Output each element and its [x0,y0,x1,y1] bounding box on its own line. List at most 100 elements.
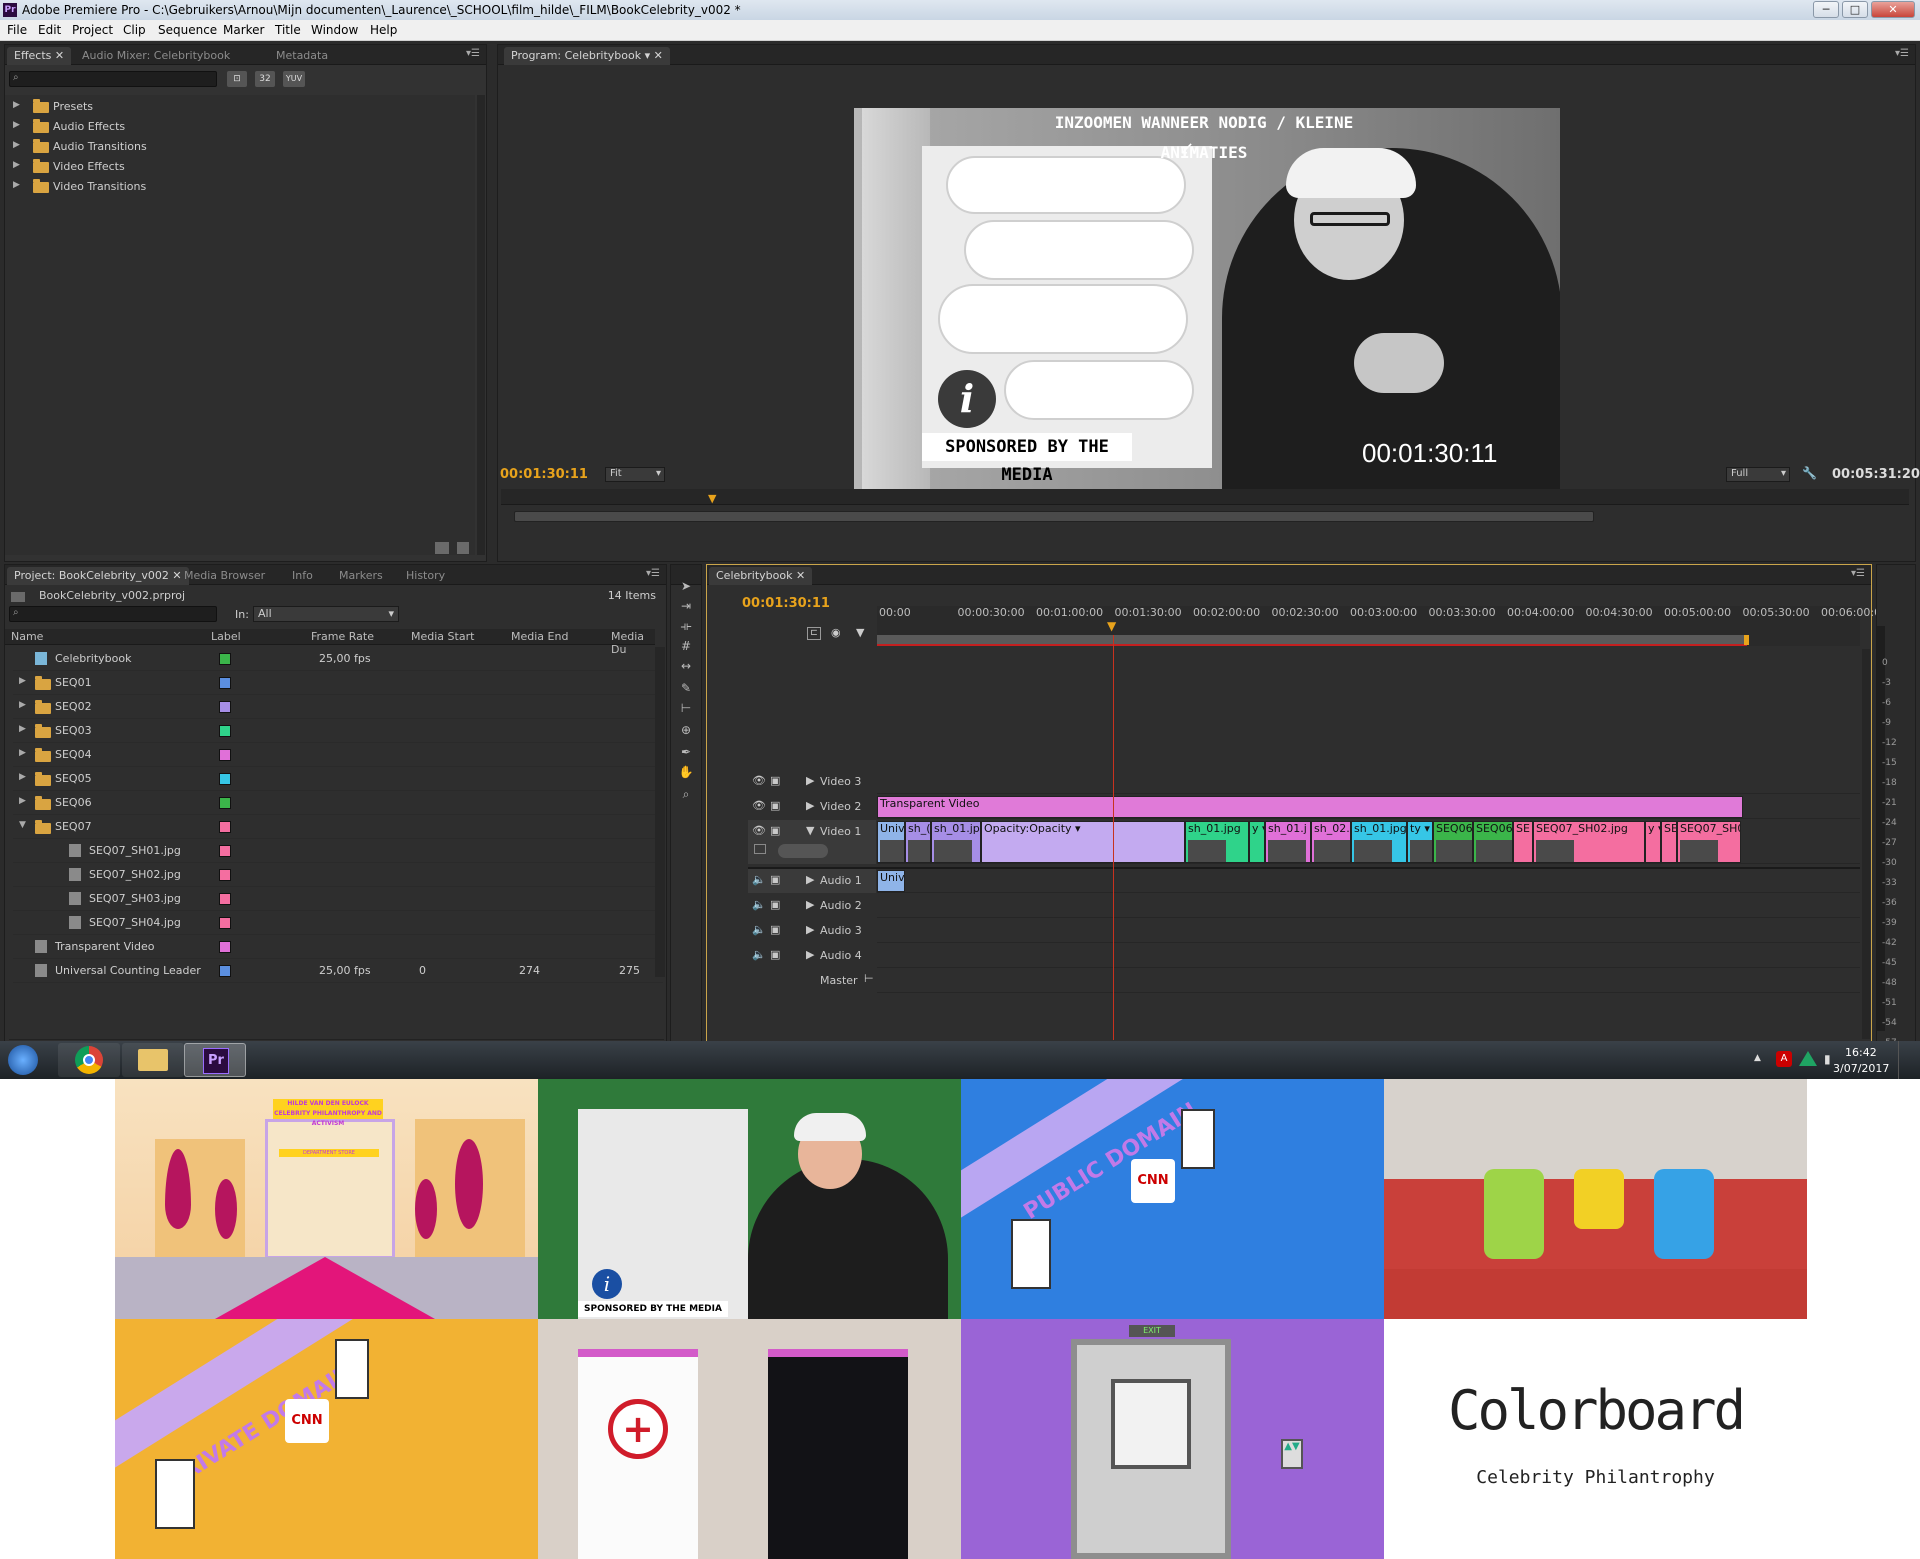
timeline-clip[interactable]: Univ [877,821,905,863]
chrome-taskbar-button[interactable] [58,1043,120,1077]
timeline-clip[interactable]: SEQ06 [1473,821,1513,863]
32bit-effects-button[interactable]: 32 [255,71,275,87]
col-media-start[interactable]: Media Start [411,630,474,643]
film-icon[interactable]: ▣ [770,824,780,837]
premiere-taskbar-button[interactable]: Pr [184,1043,246,1077]
expand-arrow-icon[interactable]: ▶ [13,100,20,110]
in-filter-select[interactable]: All ▾ [253,606,399,622]
track-header-audio-1[interactable]: 🔈 ▣ ▶ Audio 1 [748,869,876,893]
track-header-video-1[interactable]: 👁 ▣ ▼ Video 1 [748,820,876,864]
timeline-clip[interactable]: Opacity:Opacity ▾ [981,821,1185,863]
tree-item-video-transitions[interactable]: ▶ Video Transitions [13,177,473,197]
tab-metadata[interactable]: Metadata [269,47,335,65]
film-icon[interactable]: ▣ [770,898,780,911]
timeline-clip[interactable]: SE [1661,821,1677,863]
timeline-clip[interactable]: sh_01.jpg [1351,821,1407,863]
timeline-clip[interactable]: sh_02. [1311,821,1351,863]
acrobat-tray-icon[interactable]: A [1776,1051,1792,1067]
project-row[interactable]: ▶ SEQ06 [13,791,663,815]
new-bin-icon[interactable] [435,542,449,554]
speaker-icon[interactable]: 🔈 [752,873,766,886]
project-row[interactable]: ▶ SEQ05 [13,767,663,791]
start-button-icon[interactable] [8,1045,38,1075]
expand-arrow-icon[interactable]: ▶ [806,873,814,886]
timeline-playhead-icon[interactable]: ▼ [1107,619,1116,633]
project-row[interactable]: SEQ07_SH04.jpg [13,911,663,935]
timeline-clip[interactable]: sh_01.j [1265,821,1311,863]
timeline-current-time[interactable]: 00:01:30:11 [742,596,830,611]
program-zoom-bar[interactable] [514,511,1594,522]
label-color-swatch[interactable] [219,893,231,905]
panel-menu-icon[interactable]: ▾☰ [1895,48,1909,59]
label-color-swatch[interactable] [219,821,231,833]
timeline-clip[interactable]: ty ▾ [1407,821,1433,863]
project-search-input[interactable]: ⌕ [9,606,217,622]
eye-icon[interactable]: 👁 [752,774,766,787]
project-row[interactable]: ▶ SEQ03 [13,719,663,743]
label-color-swatch[interactable] [219,941,231,953]
speaker-icon[interactable]: 🔈 [752,898,766,911]
slide-tool-icon[interactable]: ⊕ [676,723,696,741]
resolution-select[interactable]: Full ▾ [1726,467,1790,482]
track-row-master[interactable] [877,969,1860,993]
tab-project[interactable]: Project: BookCelebrity_v002 ✕ [7,567,189,585]
label-color-swatch[interactable] [219,725,231,737]
speaker-icon[interactable]: 🔈 [752,923,766,936]
project-row[interactable]: ▶ SEQ01 [13,671,663,695]
tree-item-audio-effects[interactable]: ▶ Audio Effects [13,117,473,137]
selection-tool-icon[interactable]: ➤ [676,579,696,597]
effects-scrollbar[interactable] [477,95,485,555]
marker-icon[interactable]: ◉ [831,626,841,639]
project-row[interactable]: Transparent Video [13,935,663,959]
track-row-video-3[interactable] [877,770,1860,794]
track-header-audio-2[interactable]: 🔈 ▣ ▶ Audio 2 [748,894,876,918]
panel-menu-icon[interactable]: ▾☰ [466,48,480,59]
delete-icon[interactable] [457,542,469,554]
tab-history[interactable]: History [399,567,452,585]
track-header-audio-4[interactable]: 🔈 ▣ ▶ Audio 4 [748,944,876,968]
snap-icon[interactable]: ⊏ [807,627,821,640]
expand-arrow-icon[interactable]: ▶ [13,160,20,170]
playhead-marker-icon[interactable]: ▼ [708,492,716,505]
tab-program[interactable]: Program: Celebritybook ▾ ✕ [504,47,670,65]
film-icon[interactable]: ▣ [770,948,780,961]
timeline-clip[interactable]: y ▾ [1645,821,1661,863]
project-row[interactable]: SEQ07_SH01.jpg [13,839,663,863]
tab-info[interactable]: Info [285,567,320,585]
track-select-tool-icon[interactable]: ⇥ [676,599,696,617]
tab-effects[interactable]: Effects ✕ [7,47,72,65]
collapse-arrow-icon[interactable]: ▼ [806,824,814,837]
close-button[interactable]: ✕ [1871,1,1915,18]
col-media-end[interactable]: Media End [511,630,568,643]
expand-arrow-icon[interactable]: ▶ [13,180,20,190]
track-row-audio-3[interactable] [877,919,1860,943]
label-color-swatch[interactable] [219,917,231,929]
hand-tool-icon[interactable]: ✋ [676,765,696,783]
display-style-icon[interactable] [754,844,766,854]
label-color-swatch[interactable] [219,749,231,761]
maximize-button[interactable]: □ [1842,1,1868,18]
track-row-audio-2[interactable] [877,894,1860,918]
expand-arrow-icon[interactable]: ▶ [806,948,814,961]
zoom-tool-icon[interactable]: ⌕ [676,787,696,805]
expand-arrow-icon[interactable]: ▶ [19,772,26,782]
tray-expand-icon[interactable]: ▲ [1754,1053,1761,1063]
panel-menu-icon[interactable]: ▾☰ [1851,568,1865,579]
network-tray-icon[interactable]: ▮ [1824,1052,1831,1066]
expand-arrow-icon[interactable]: ▶ [13,140,20,150]
minimize-button[interactable]: ─ [1813,1,1839,18]
tab-markers[interactable]: Markers [332,567,390,585]
menu-project[interactable]: Project [72,23,113,37]
menu-file[interactable]: File [7,23,27,37]
slip-tool-icon[interactable]: ⊢ [676,701,696,719]
timeline-clip[interactable]: SEQ06 [1433,821,1473,863]
menu-marker[interactable]: Marker [223,23,264,37]
rolling-edit-tool-icon[interactable]: # [676,639,696,657]
label-color-swatch[interactable] [219,677,231,689]
add-marker-icon[interactable]: ▼ [856,626,864,639]
pen-tool-icon[interactable]: ✒ [676,745,696,763]
expand-arrow-icon[interactable]: ▶ [19,748,26,758]
col-name[interactable]: Name [11,630,43,643]
timeline-clip[interactable]: SEQ07_SH04.jp [1677,821,1741,863]
track-row-audio-4[interactable] [877,944,1860,968]
